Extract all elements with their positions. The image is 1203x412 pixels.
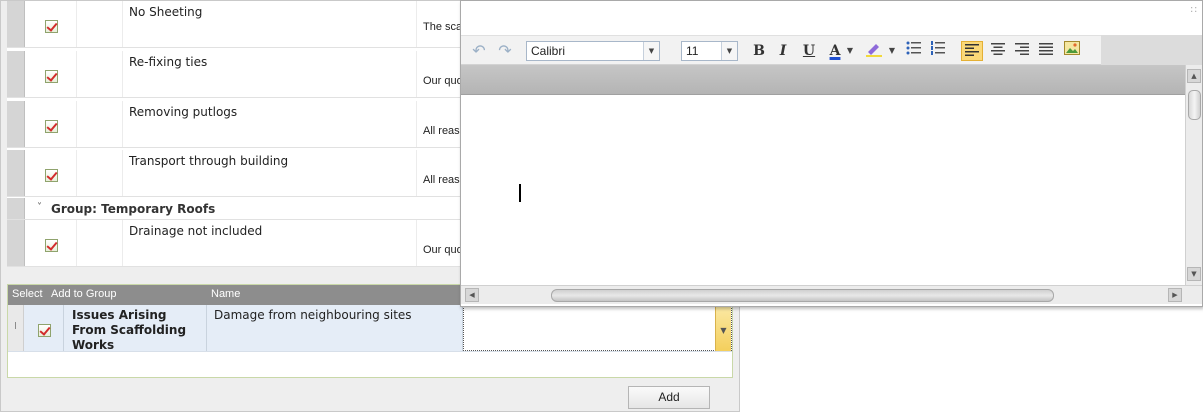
name-cell: Transport through building (123, 150, 417, 196)
checkbox[interactable] (44, 120, 58, 133)
bullet-list-icon[interactable] (905, 41, 923, 61)
checkbox[interactable] (44, 20, 58, 33)
group-cell (77, 1, 123, 47)
underline-icon[interactable]: U (799, 41, 819, 61)
font-color-icon[interactable]: A (825, 41, 845, 61)
vertical-scrollbar[interactable]: ▲ ▼ (1185, 65, 1202, 285)
font-size-value: 11 (686, 44, 699, 58)
group-cell (77, 220, 123, 266)
scroll-right-icon[interactable]: ▶ (1168, 288, 1182, 302)
row-indicator: I (8, 305, 24, 351)
row-gutter (7, 198, 25, 219)
name-cell: Removing putlogs (123, 101, 417, 147)
select-cell[interactable] (25, 101, 77, 147)
group-label: Group: Temporary Roofs (51, 202, 216, 216)
align-center-icon[interactable] (989, 41, 1007, 61)
redo-icon[interactable]: ↷ (495, 41, 515, 61)
scroll-left-icon[interactable]: ◀ (465, 288, 479, 302)
scroll-down-icon[interactable]: ▼ (1187, 267, 1201, 281)
table-row[interactable]: I Issues Arising From Scaffolding Works … (8, 305, 732, 352)
add-to-group-cell[interactable]: Issues Arising From Scaffolding Works (64, 305, 207, 352)
description-text: The scaf (423, 21, 466, 33)
select-cell[interactable] (25, 220, 77, 266)
undo-icon[interactable]: ↶ (469, 41, 489, 61)
select-cell[interactable] (25, 150, 77, 196)
highlight-icon[interactable] (863, 41, 885, 61)
row-gutter (7, 220, 25, 266)
name-cell: No Sheeting (123, 1, 417, 47)
resize-grip-icon[interactable]: ∷ (1191, 5, 1197, 16)
editor-content[interactable] (461, 96, 1185, 284)
justify-icon[interactable] (1037, 41, 1055, 61)
numbered-list-icon[interactable] (929, 41, 947, 61)
description-text: Our quo (423, 244, 463, 256)
toolbar-background (1101, 35, 1202, 65)
chevron-down-icon[interactable]: ▼ (845, 41, 855, 61)
description-text: All reasc (423, 174, 466, 186)
group-cell (77, 101, 123, 147)
rich-text-editor: ∷ ↶ ↷ Calibri ▼ 11 ▼ B I U A ▼ ▼ ▲ ▼ ◀ ▶ (460, 0, 1203, 307)
checkbox[interactable] (44, 169, 58, 182)
chevron-down-icon[interactable]: ▼ (721, 42, 737, 60)
italic-icon[interactable]: I (773, 41, 793, 61)
align-right-icon[interactable] (1013, 41, 1031, 61)
column-header-name[interactable]: Name (211, 288, 240, 300)
column-header-select[interactable]: Select (12, 288, 43, 300)
formatting-toolbar: ↶ ↷ Calibri ▼ 11 ▼ B I U A ▼ ▼ (461, 35, 1101, 65)
scroll-up-icon[interactable]: ▲ (1187, 69, 1201, 83)
horizontal-scrollbar[interactable]: ◀ ▶ (461, 285, 1202, 304)
description-text: Our quo (423, 75, 463, 87)
name-cell[interactable]: Damage from neighbouring sites (207, 305, 463, 351)
checkbox[interactable] (44, 70, 58, 83)
group-cell (77, 51, 123, 97)
checkbox[interactable] (44, 239, 58, 252)
align-left-icon[interactable] (961, 41, 983, 61)
description-editor-cell[interactable]: ▼ (463, 305, 732, 351)
checkbox[interactable] (37, 324, 51, 337)
text-caret (519, 184, 521, 202)
row-gutter (7, 1, 25, 47)
scroll-thumb[interactable] (1188, 90, 1201, 120)
grid-header: Select Add to Group Name (8, 285, 464, 305)
chevron-down-icon[interactable]: ▼ (887, 41, 897, 61)
group-cell (77, 150, 123, 196)
insert-image-icon[interactable] (1063, 41, 1081, 61)
name-cell: Re-fixing ties (123, 51, 417, 97)
row-gutter (7, 101, 25, 147)
chevron-down-icon[interactable]: ▼ (643, 42, 659, 60)
font-size-select[interactable]: 11 ▼ (681, 41, 738, 61)
select-cell[interactable] (24, 305, 64, 351)
add-button[interactable]: Add (628, 386, 710, 409)
row-gutter (7, 51, 25, 97)
dropdown-button[interactable]: ▼ (715, 306, 731, 351)
chevron-down-icon[interactable]: ˅ (37, 202, 42, 213)
select-cell[interactable] (25, 51, 77, 97)
select-cell[interactable] (25, 1, 77, 47)
name-cell: Drainage not included (123, 220, 417, 266)
row-gutter (7, 150, 25, 196)
font-family-value: Calibri (531, 44, 566, 58)
description-text: All reasc (423, 125, 466, 137)
column-header-add-to-group[interactable]: Add to Group (51, 288, 116, 300)
scroll-thumb[interactable] (551, 289, 1054, 302)
editor-ruler (461, 65, 1185, 95)
bold-icon[interactable]: B (749, 41, 769, 61)
font-family-select[interactable]: Calibri ▼ (526, 41, 660, 61)
